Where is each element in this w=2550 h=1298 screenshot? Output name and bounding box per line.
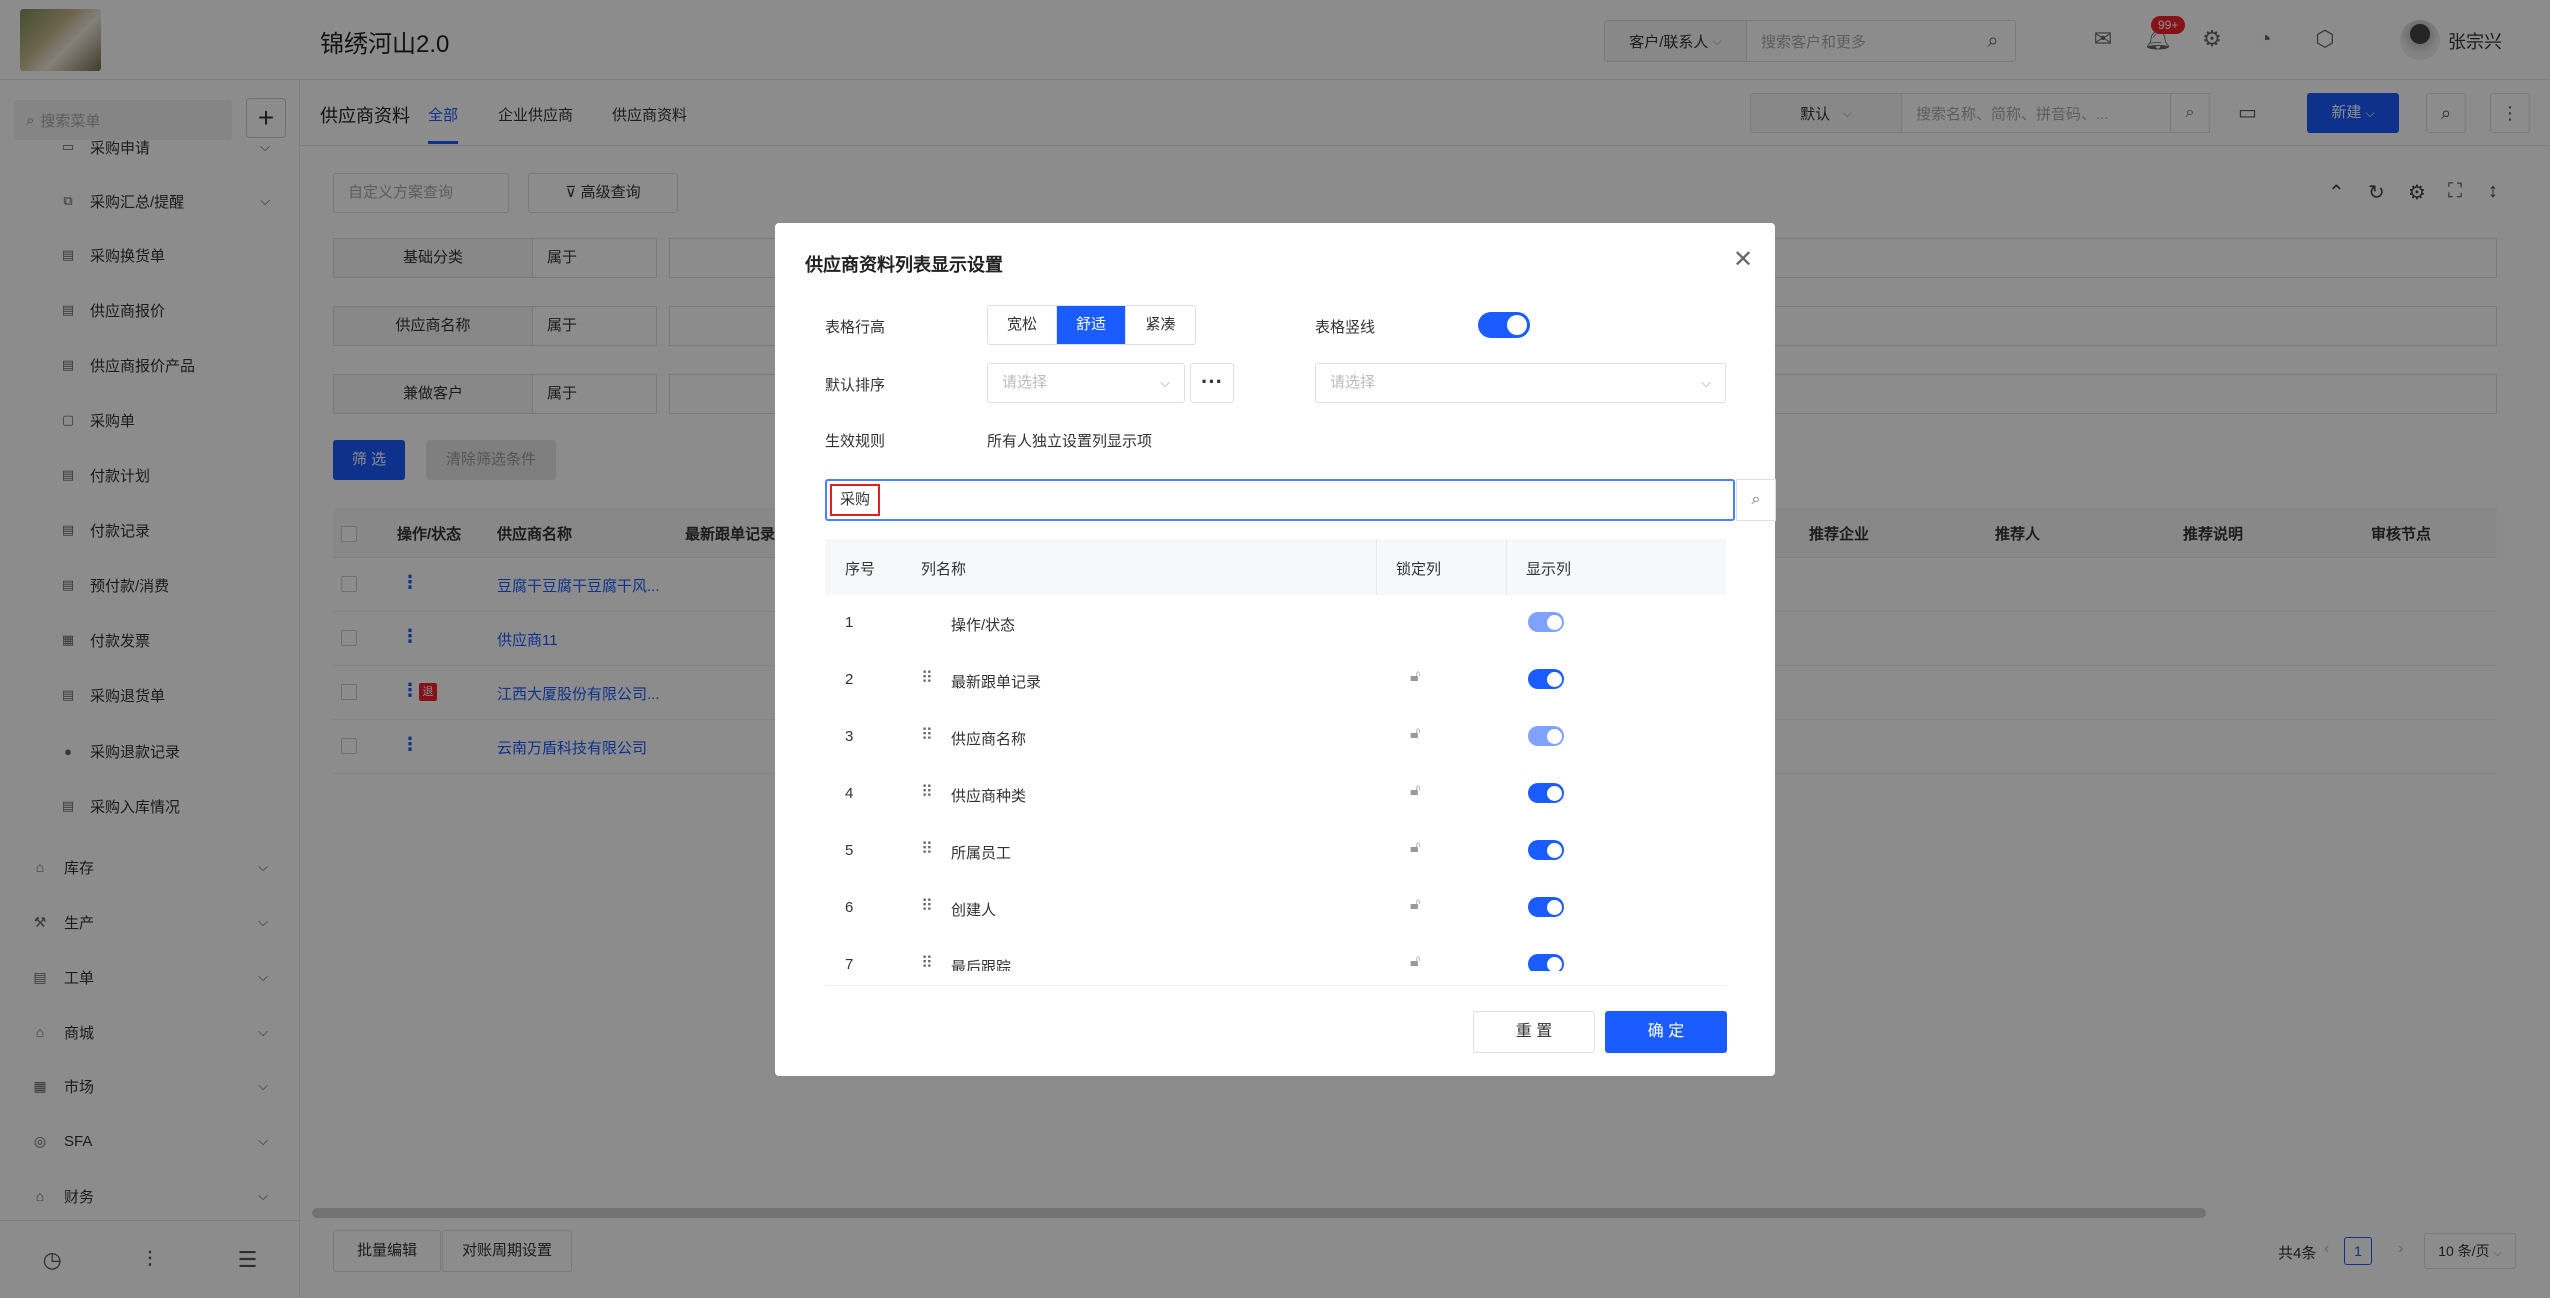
list-item: 5 ⠿ 所属员工 🔓︎ bbox=[825, 823, 1726, 880]
unlock-icon[interactable]: 🔓︎ bbox=[1410, 953, 1420, 971]
show-column-toggle[interactable] bbox=[1528, 669, 1564, 689]
rule-value: 所有人独立设置列显示项 bbox=[987, 433, 1153, 450]
column-search-input[interactable]: 采购 bbox=[825, 479, 1735, 521]
drag-handle-icon[interactable]: ⠿ bbox=[921, 782, 933, 802]
column-name: 最新跟单记录 bbox=[951, 674, 1042, 691]
column-index: 6 bbox=[845, 899, 854, 916]
show-column-toggle[interactable] bbox=[1528, 726, 1564, 746]
row-height-label: 表格行高 bbox=[825, 319, 886, 336]
column-name: 供应商种类 bbox=[951, 788, 1027, 805]
column-index: 5 bbox=[845, 842, 854, 859]
column-settings-dialog: 供应商资料列表显示设置 ✕ 表格行高 宽松 舒适 紧凑 表格竖线 默认排序 请选… bbox=[775, 223, 1776, 1076]
list-item: 6 ⠿ 创建人 🔓︎ bbox=[825, 880, 1726, 937]
show-column-toggle[interactable] bbox=[1528, 954, 1564, 971]
column-divider bbox=[1506, 539, 1507, 595]
drag-handle-icon[interactable]: ⠿ bbox=[921, 668, 933, 688]
column-name: 最后跟踪 bbox=[951, 959, 1012, 971]
default-sort-label: 默认排序 bbox=[825, 377, 886, 394]
unlock-icon[interactable]: 🔓︎ bbox=[1410, 839, 1420, 857]
reset-button[interactable]: 重 置 bbox=[1473, 1011, 1595, 1053]
show-column-toggle[interactable] bbox=[1528, 897, 1564, 917]
unlock-icon[interactable]: 🔓︎ bbox=[1410, 896, 1420, 914]
columns-list[interactable]: 1 操作/状态 2 ⠿ 最新跟单记录 🔓︎ 3 ⠿ 供应商名称 🔓︎ 4 ⠿ 供… bbox=[825, 595, 1726, 971]
column-header: 锁定列 bbox=[1396, 561, 1442, 578]
column-index: 3 bbox=[845, 728, 854, 745]
unlock-icon[interactable]: 🔓︎ bbox=[1410, 668, 1420, 686]
column-name: 所属员工 bbox=[951, 845, 1012, 862]
more-options-icon[interactable]: ··· bbox=[1190, 363, 1234, 403]
column-header: 显示列 bbox=[1526, 561, 1572, 578]
search-icon[interactable]: ⌕ bbox=[1736, 479, 1776, 521]
confirm-button[interactable]: 确 定 bbox=[1605, 1011, 1727, 1053]
column-name: 供应商名称 bbox=[951, 731, 1027, 748]
rule-label: 生效规则 bbox=[825, 433, 886, 450]
column-index: 1 bbox=[845, 614, 854, 631]
sort-field-select[interactable]: 请选择 ⌵ bbox=[987, 363, 1185, 403]
divider bbox=[825, 985, 1726, 986]
show-column-toggle[interactable] bbox=[1528, 783, 1564, 803]
list-item: 1 操作/状态 bbox=[825, 595, 1726, 652]
close-icon[interactable]: ✕ bbox=[1733, 245, 1753, 274]
column-header: 列名称 bbox=[921, 561, 967, 578]
column-name: 操作/状态 bbox=[951, 617, 1016, 634]
sort-order-select[interactable]: 请选择 ⌵ bbox=[1315, 363, 1726, 403]
unlock-icon[interactable]: 🔓︎ bbox=[1410, 782, 1420, 800]
show-column-toggle[interactable] bbox=[1528, 612, 1564, 632]
column-index: 7 bbox=[845, 956, 854, 971]
row-height-option-loose[interactable]: 宽松 bbox=[988, 306, 1057, 344]
unlock-icon[interactable]: 🔓︎ bbox=[1410, 725, 1420, 743]
list-item: 2 ⠿ 最新跟单记录 🔓︎ bbox=[825, 652, 1726, 709]
vertical-lines-toggle[interactable] bbox=[1478, 312, 1530, 338]
show-column-toggle[interactable] bbox=[1528, 840, 1564, 860]
row-height-segmented: 宽松 舒适 紧凑 bbox=[987, 305, 1196, 345]
list-item: 4 ⠿ 供应商种类 🔓︎ bbox=[825, 766, 1726, 823]
columns-table-header: 序号 列名称 锁定列 显示列 bbox=[825, 539, 1726, 595]
chevron-down-icon: ⌵ bbox=[1701, 375, 1711, 390]
column-index: 2 bbox=[845, 671, 854, 688]
dialog-title: 供应商资料列表显示设置 bbox=[805, 255, 1003, 275]
column-header: 序号 bbox=[845, 561, 876, 578]
drag-handle-icon[interactable]: ⠿ bbox=[921, 725, 933, 745]
row-height-option-comfortable[interactable]: 舒适 bbox=[1057, 306, 1126, 344]
column-search-value: 采购 bbox=[830, 484, 880, 516]
drag-handle-icon[interactable]: ⠿ bbox=[921, 839, 933, 859]
list-item: 3 ⠿ 供应商名称 🔓︎ bbox=[825, 709, 1726, 766]
list-item: 7 ⠿ 最后跟踪 🔓︎ bbox=[825, 937, 1726, 971]
vertical-lines-label: 表格竖线 bbox=[1315, 319, 1376, 336]
column-name: 创建人 bbox=[951, 902, 997, 919]
drag-handle-icon[interactable]: ⠿ bbox=[921, 896, 933, 916]
column-index: 4 bbox=[845, 785, 854, 802]
row-height-option-compact[interactable]: 紧凑 bbox=[1126, 306, 1195, 344]
column-divider bbox=[1376, 539, 1377, 595]
chevron-down-icon: ⌵ bbox=[1160, 375, 1170, 390]
drag-handle-icon[interactable]: ⠿ bbox=[921, 953, 933, 971]
